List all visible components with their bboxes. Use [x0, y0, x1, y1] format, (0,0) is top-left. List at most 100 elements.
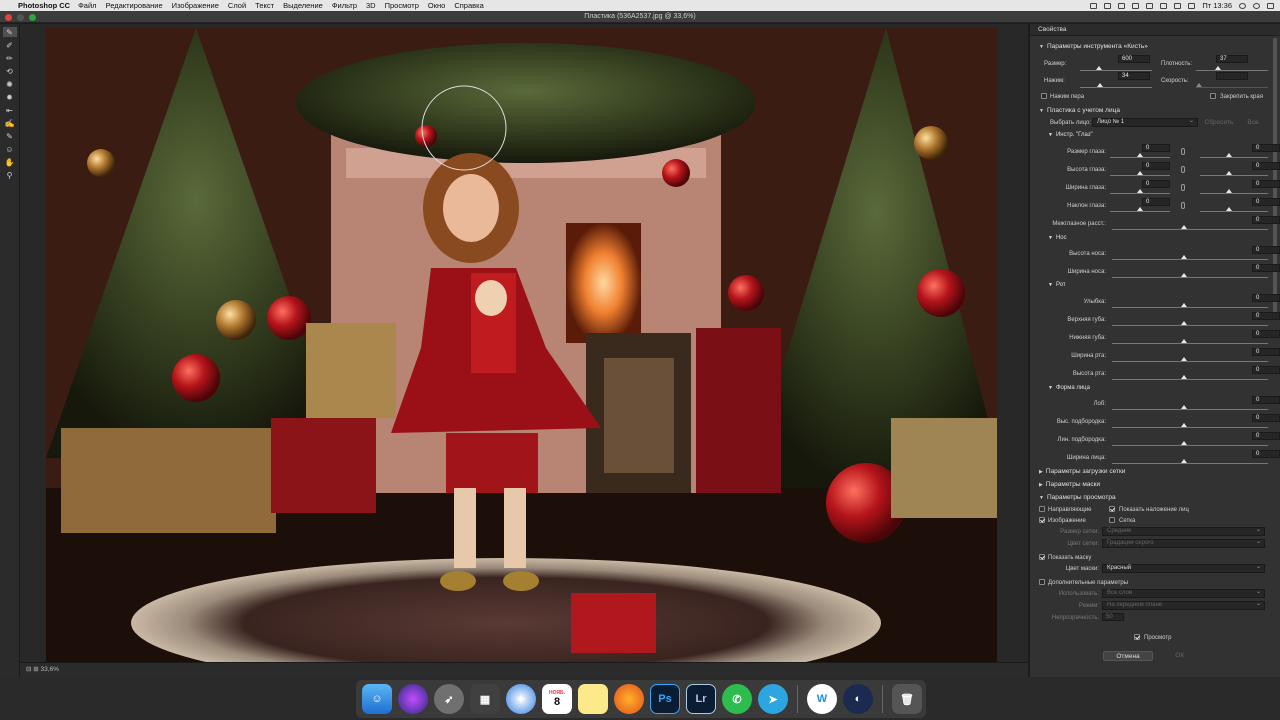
mouth-row-knob[interactable] [1181, 375, 1187, 379]
mesh-checkbox[interactable] [1109, 517, 1115, 523]
cloud-icon[interactable] [1090, 2, 1098, 9]
battery-icon[interactable] [1174, 2, 1182, 9]
brush-rate-knob[interactable] [1196, 83, 1202, 87]
guides-checkbox[interactable] [1039, 506, 1045, 512]
brush-rate-input[interactable] [1216, 72, 1248, 80]
nose-row-slider[interactable] [1112, 277, 1268, 278]
lightroom-icon[interactable]: Lr [686, 684, 716, 714]
menu-image[interactable]: Изображение [172, 1, 219, 10]
face-shape-row-input[interactable]: 0 [1252, 396, 1280, 404]
notes-icon[interactable] [578, 684, 608, 714]
smooth-icon[interactable]: ✏ [3, 53, 17, 63]
brush-rate-slider[interactable] [1196, 87, 1268, 88]
menu-layer[interactable]: Слой [228, 1, 246, 10]
eye-right-input[interactable]: 0 [1252, 162, 1280, 170]
stylus-pressure-checkbox[interactable] [1041, 93, 1047, 99]
eye-left-input[interactable]: 0 [1142, 198, 1170, 206]
menu-help[interactable]: Справка [454, 1, 483, 10]
thaw-mask-icon[interactable]: ✎ [3, 131, 17, 141]
whatsapp-icon[interactable]: ✆ [722, 684, 752, 714]
calendar-icon[interactable]: НОЯБ. 8 [542, 684, 572, 714]
eye-left-slider[interactable] [1110, 157, 1170, 158]
face-shape-row-slider[interactable] [1112, 463, 1268, 464]
eye-left-input[interactable]: 0 [1142, 162, 1170, 170]
document-photo[interactable] [46, 28, 997, 663]
app-w-icon[interactable]: W [807, 684, 837, 714]
ok-button[interactable]: OK [1160, 651, 1200, 661]
hand-icon[interactable]: ✋ [3, 157, 17, 167]
menu-filter[interactable]: Фильтр [332, 1, 357, 10]
extra-options-checkbox[interactable] [1039, 579, 1045, 585]
face-shape-row-slider[interactable] [1112, 427, 1268, 428]
reconstruct-icon[interactable]: ✐ [3, 40, 17, 50]
nose-subsection[interactable]: ▼ Нос [1048, 235, 1067, 241]
firefox-icon[interactable] [614, 684, 644, 714]
mesh-size-dropdown[interactable]: Средние [1102, 527, 1265, 536]
face-shape-subsection[interactable]: ▼ Форма лица [1048, 385, 1090, 391]
brush-density-slider[interactable] [1196, 70, 1268, 71]
eye-distance-knob[interactable] [1181, 225, 1187, 229]
zoom-level[interactable]: 33,6% [41, 666, 59, 673]
link-icon[interactable] [1181, 202, 1185, 209]
eye-left-knob[interactable] [1137, 171, 1143, 175]
pin-edges-checkbox[interactable] [1210, 93, 1216, 99]
eye-left-knob[interactable] [1137, 207, 1143, 211]
face-shape-row-slider[interactable] [1112, 409, 1268, 410]
menu-type[interactable]: Текст [255, 1, 274, 10]
siri-icon[interactable] [398, 684, 428, 714]
brush-pressure-slider[interactable] [1080, 87, 1152, 88]
menu-clock[interactable]: Пт 13:36 [1202, 1, 1232, 10]
eyes-subsection[interactable]: ▼ Инстр. "Глаз" [1048, 132, 1093, 138]
menu-edit[interactable]: Редактирование [106, 1, 163, 10]
search-icon[interactable] [1239, 2, 1246, 9]
photo-booth-icon[interactable]: ▦ [470, 684, 500, 714]
telegram-icon[interactable]: ➤ [758, 684, 788, 714]
eye-left-input[interactable]: 0 [1142, 144, 1170, 152]
mouth-row-slider[interactable] [1112, 325, 1268, 326]
zoom-icon[interactable]: ⚲ [3, 170, 17, 180]
bluetooth-icon[interactable] [1132, 2, 1140, 9]
face-tool-icon[interactable]: ☺ [3, 144, 17, 154]
mouth-row-knob[interactable] [1181, 321, 1187, 325]
mouth-row-knob[interactable] [1181, 303, 1187, 307]
eye-right-knob[interactable] [1226, 189, 1232, 193]
eye-right-input[interactable]: 0 [1252, 198, 1280, 206]
forward-warp-icon[interactable]: ✎ [2, 27, 17, 37]
all-faces-button[interactable]: Все [1241, 118, 1265, 128]
eye-left-input[interactable]: 0 [1142, 180, 1170, 188]
time-machine-icon[interactable] [1118, 2, 1126, 9]
trash-icon[interactable]: 🗑 [892, 684, 922, 714]
eye-left-knob[interactable] [1137, 153, 1143, 157]
brush-density-knob[interactable] [1215, 66, 1221, 70]
link-icon[interactable] [1181, 166, 1185, 173]
mouth-row-slider[interactable] [1112, 307, 1268, 308]
nose-row-input[interactable]: 0 [1252, 246, 1280, 254]
face-overlay-checkbox[interactable] [1109, 506, 1115, 512]
nose-row-input[interactable]: 0 [1252, 264, 1280, 272]
face-shape-row-knob[interactable] [1181, 423, 1187, 427]
brush-pressure-input[interactable]: 34 [1118, 72, 1150, 80]
link-icon[interactable] [1181, 184, 1185, 191]
face-shape-row-input[interactable]: 0 [1252, 450, 1280, 458]
push-left-icon[interactable]: ⇤ [3, 105, 17, 115]
eye-right-slider[interactable] [1200, 157, 1268, 158]
mouth-row-knob[interactable] [1181, 339, 1187, 343]
minimize-icon[interactable] [17, 14, 24, 21]
brush-pressure-knob[interactable] [1097, 83, 1103, 87]
nose-row-knob[interactable] [1181, 273, 1187, 277]
mesh-color-dropdown[interactable]: Градации серого [1102, 539, 1265, 548]
mode-dropdown[interactable]: На переднем плане [1102, 601, 1265, 610]
eye-right-knob[interactable] [1226, 171, 1232, 175]
face-shape-row-knob[interactable] [1181, 441, 1187, 445]
brush-size-slider[interactable] [1080, 70, 1152, 71]
section-face-aware[interactable]: ▼ Пластика с учетом лица [1039, 107, 1120, 114]
face-shape-row-input[interactable]: 0 [1252, 432, 1280, 440]
nose-row-slider[interactable] [1112, 259, 1268, 260]
mouth-row-slider[interactable] [1112, 343, 1268, 344]
finder-icon[interactable]: ☺ [362, 684, 392, 714]
preview-checkbox[interactable] [1134, 634, 1140, 640]
link-icon[interactable] [1181, 148, 1185, 155]
pucker-icon[interactable]: ✺ [3, 79, 17, 89]
close-icon[interactable] [5, 14, 12, 21]
cancel-button[interactable]: Отмена [1103, 651, 1153, 661]
